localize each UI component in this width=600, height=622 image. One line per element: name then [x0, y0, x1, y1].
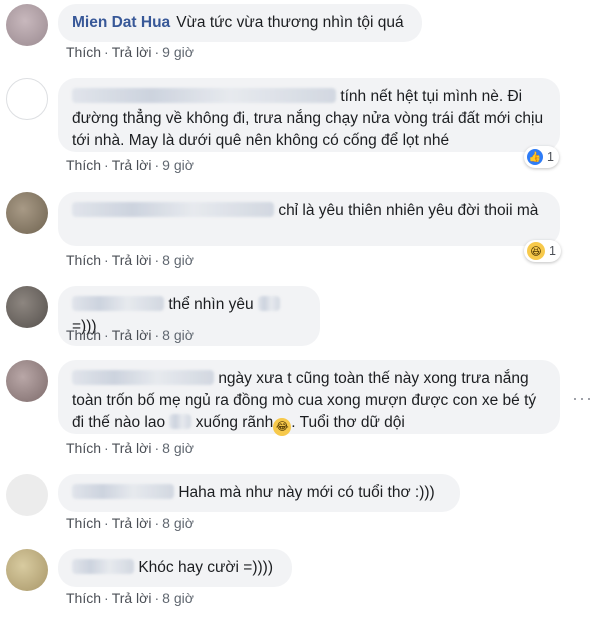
avatar[interactable]: [6, 192, 48, 234]
haha-icon: 😆: [527, 242, 545, 260]
like-link[interactable]: Thích: [66, 440, 101, 456]
reply-link[interactable]: Trả lời: [112, 515, 152, 531]
reaction-count: 1: [549, 244, 556, 258]
separator: ·: [154, 157, 160, 173]
reply-link[interactable]: Trả lời: [112, 44, 152, 60]
reply-link[interactable]: Trả lời: [112, 252, 152, 268]
like-link[interactable]: Thích: [66, 252, 101, 268]
avatar[interactable]: [6, 4, 48, 46]
comment-time[interactable]: 8 giờ: [162, 252, 194, 268]
like-link[interactable]: Thích: [66, 44, 101, 60]
like-link[interactable]: Thích: [66, 157, 101, 173]
comment-time[interactable]: 8 giờ: [162, 590, 194, 606]
comment-text: thể nhìn yêu: [168, 296, 254, 313]
comment-actions: Thích · Trả lời · 9 giờ: [66, 44, 194, 60]
comment-bubble: Haha mà như này mới có tuổi thơ :))): [58, 474, 460, 512]
separator: ·: [104, 590, 109, 606]
comment-bubble: Mien Dat Hua Vừa tức vừa thương nhìn tội …: [58, 4, 422, 42]
blurred-mention: [169, 414, 192, 429]
reaction-count: 1: [547, 150, 554, 164]
separator: ·: [104, 515, 109, 531]
reply-link[interactable]: Trả lời: [112, 440, 152, 456]
comment-bubble: tính nết hệt tụi mình nè. Đi đường thẳng…: [58, 78, 560, 152]
comment-text: chỉ là yêu thiên nhiên yêu đời thoii mà: [278, 202, 539, 219]
comment-bubble: ngày xưa t cũng toàn thế này xong trưa n…: [58, 360, 560, 436]
like-link[interactable]: Thích: [66, 327, 101, 343]
blurred-mention: [72, 296, 164, 311]
separator: ·: [104, 327, 109, 343]
blurred-mention: [72, 202, 274, 217]
separator: ·: [154, 440, 160, 456]
comment-actions: Thích · Trả lời · 8 giờ: [66, 252, 194, 268]
laugh-emoji-icon: 😂: [273, 418, 292, 436]
reply-link[interactable]: Trả lời: [112, 327, 152, 343]
comment-time[interactable]: 8 giờ: [162, 515, 194, 531]
more-options-icon[interactable]: ···: [572, 388, 593, 409]
separator: ·: [154, 327, 160, 343]
separator: ·: [104, 440, 109, 456]
reply-link[interactable]: Trả lời: [112, 590, 152, 606]
comment-time[interactable]: 8 giờ: [162, 440, 194, 456]
comment-actions: Thích · Trả lời · 8 giờ: [66, 515, 194, 531]
comment-time[interactable]: 9 giờ: [162, 157, 194, 173]
avatar[interactable]: [6, 360, 48, 402]
separator: ·: [104, 157, 109, 173]
separator: ·: [154, 515, 160, 531]
like-link[interactable]: Thích: [66, 590, 101, 606]
reaction-summary[interactable]: 😆 1: [524, 240, 561, 262]
blurred-mention: [72, 484, 174, 499]
avatar[interactable]: [6, 286, 48, 328]
comment-bubble: Khóc hay cười =)))): [58, 549, 292, 587]
like-icon: 👍: [527, 149, 543, 165]
separator: ·: [104, 44, 109, 60]
blurred-mention: [72, 559, 134, 574]
avatar[interactable]: [6, 78, 48, 120]
separator: ·: [104, 252, 109, 268]
comment-text: Khóc hay cười =)))): [138, 559, 273, 576]
comment-bubble: chỉ là yêu thiên nhiên yêu đời thoii mà: [58, 192, 560, 246]
comment-author[interactable]: Mien Dat Hua: [72, 14, 170, 31]
separator: ·: [154, 44, 160, 60]
comment-actions: Thích · Trả lời · 8 giờ: [66, 327, 194, 343]
comment-text: . Tuổi thơ dữ dội: [291, 414, 405, 431]
blurred-mention: [257, 296, 280, 311]
separator: ·: [154, 590, 160, 606]
comment-text: Vừa tức vừa thương nhìn tội quá: [176, 14, 404, 31]
comment-actions: Thích · Trả lời · 8 giờ: [66, 440, 194, 456]
comment-time[interactable]: 8 giờ: [162, 327, 194, 343]
separator: ·: [154, 252, 160, 268]
comment-text: Haha mà như này mới có tuổi thơ :))): [178, 484, 435, 501]
reaction-summary[interactable]: 👍 1: [524, 146, 559, 168]
avatar[interactable]: [6, 474, 48, 516]
comment-text: xuống rãnh: [195, 414, 274, 431]
like-link[interactable]: Thích: [66, 515, 101, 531]
reply-link[interactable]: Trả lời: [112, 157, 152, 173]
avatar[interactable]: [6, 549, 48, 591]
comment-actions: Thích · Trả lời · 9 giờ: [66, 157, 194, 173]
comment-actions: Thích · Trả lời · 8 giờ: [66, 590, 194, 606]
comment-time[interactable]: 9 giờ: [162, 44, 194, 60]
blurred-mention: [72, 88, 336, 103]
blurred-mention: [72, 370, 214, 385]
